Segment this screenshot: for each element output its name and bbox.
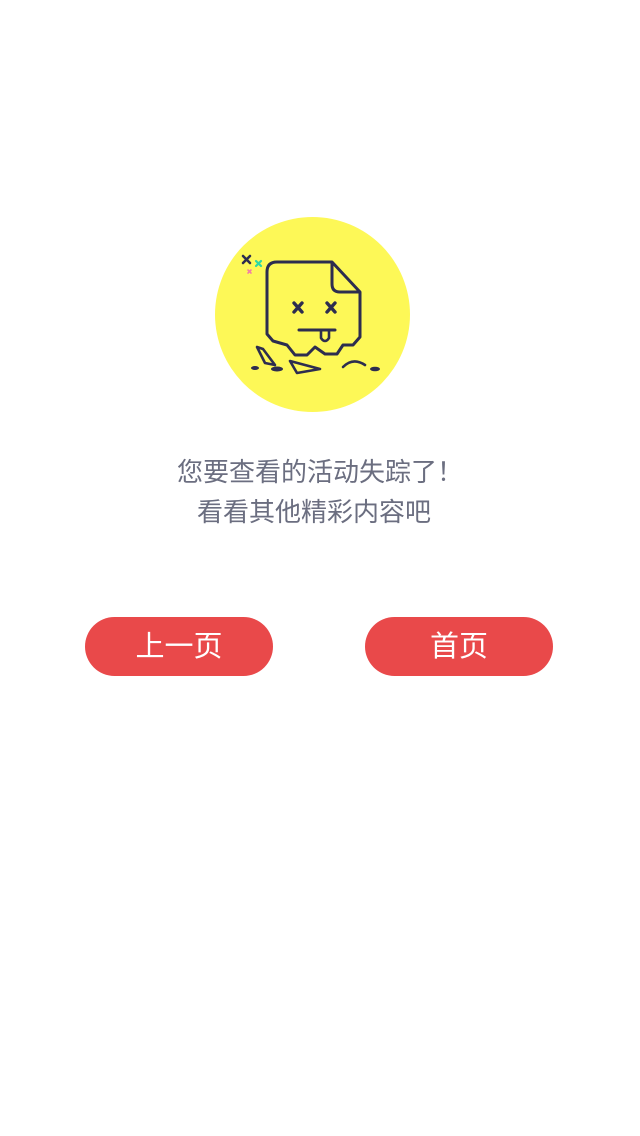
previous-page-button[interactable]: 上一页: [85, 617, 273, 676]
missing-activity-message: 您要查看的活动失踪了！ 看看其他精彩内容吧: [0, 453, 640, 533]
message-line-1: 您要查看的活动失踪了！: [176, 458, 463, 488]
missing-page-illustration: [215, 217, 410, 412]
message-line-2: 看看其他精彩内容吧: [196, 498, 431, 528]
broken-page-icon: [215, 217, 410, 412]
home-button[interactable]: 首页: [365, 617, 553, 676]
